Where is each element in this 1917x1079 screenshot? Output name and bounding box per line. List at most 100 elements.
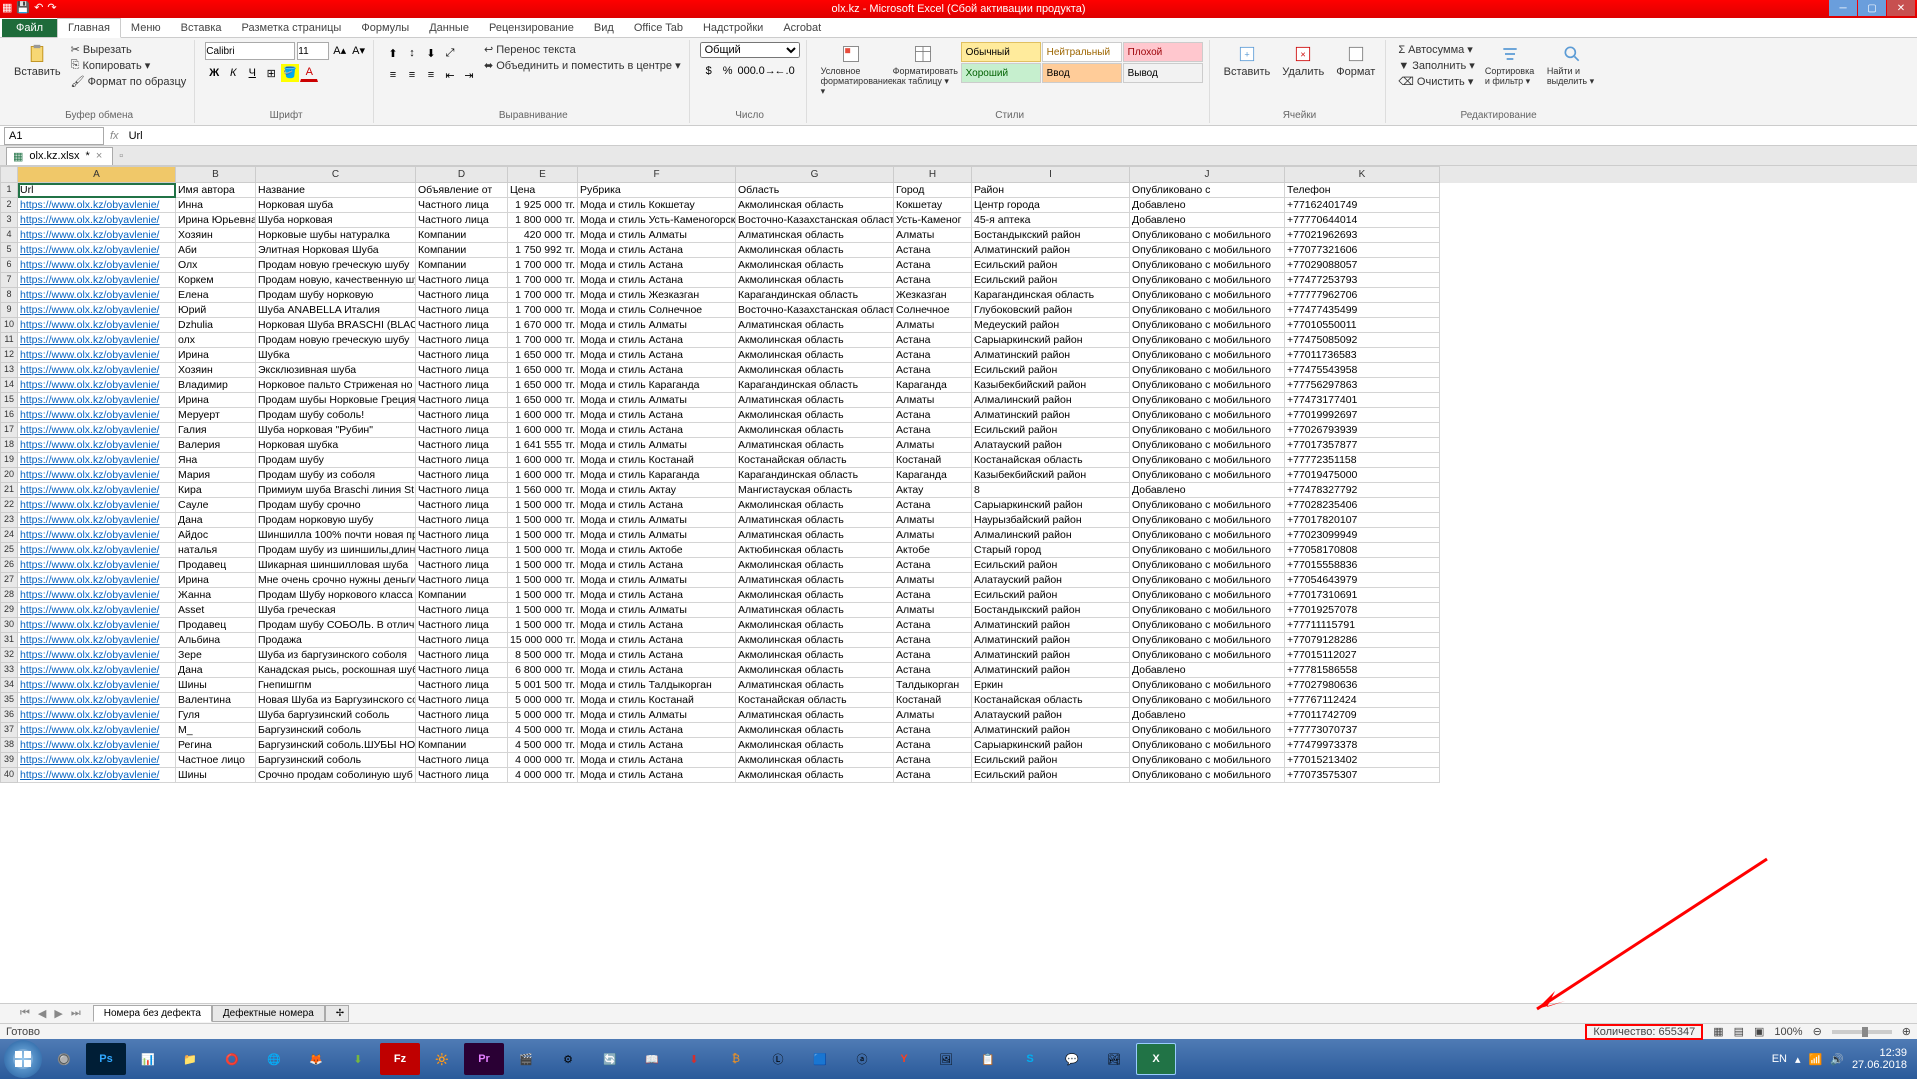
data-cell[interactable]: Костанай [894, 453, 972, 468]
data-cell[interactable]: Астана [894, 243, 972, 258]
data-cell[interactable]: Продавец [176, 558, 256, 573]
tb-app4-icon[interactable]: ⚙ [548, 1043, 588, 1075]
tb-app6-icon[interactable]: 📖 [632, 1043, 672, 1075]
delete-cells-button[interactable]: ×Удалить [1278, 42, 1328, 80]
data-cell[interactable]: Частное лицо [176, 753, 256, 768]
data-cell[interactable]: Еркин [972, 678, 1130, 693]
data-cell[interactable]: Алмалинский район [972, 393, 1130, 408]
data-cell[interactable]: +77079128286 [1285, 633, 1440, 648]
data-cell[interactable]: Частного лица [416, 753, 508, 768]
data-cell[interactable]: Валентина [176, 693, 256, 708]
data-cell[interactable]: Акмолинская область [736, 648, 894, 663]
row-header[interactable]: 21 [0, 483, 18, 498]
data-cell[interactable]: 1 500 000 тг. [508, 588, 578, 603]
autosum-button[interactable]: ΣАвтосумма ▾ [1396, 42, 1476, 57]
data-cell[interactable]: Астана [894, 273, 972, 288]
data-cell[interactable]: Алматы [894, 603, 972, 618]
data-cell[interactable]: 1 700 000 тг. [508, 288, 578, 303]
row-header[interactable]: 8 [0, 288, 18, 303]
data-cell[interactable]: Валерия [176, 438, 256, 453]
data-cell[interactable]: Алматы [894, 393, 972, 408]
data-cell[interactable]: 420 000 тг. [508, 228, 578, 243]
fill-button[interactable]: ▼Заполнить ▾ [1396, 58, 1476, 73]
font-color-button[interactable]: A [300, 64, 318, 82]
data-cell[interactable]: Опубликовано с мобильного [1130, 588, 1285, 603]
data-cell[interactable]: Частного лица [416, 303, 508, 318]
data-cell[interactable]: https://www.olx.kz/obyavlenie/ [18, 708, 176, 723]
row-header[interactable]: 12 [0, 348, 18, 363]
view-layout-icon[interactable]: ▤ [1734, 1025, 1744, 1038]
sort-filter-button[interactable]: Сортировка и фильтр ▾ [1481, 42, 1539, 89]
data-cell[interactable]: +77777962706 [1285, 288, 1440, 303]
data-cell[interactable]: Частного лица [416, 693, 508, 708]
data-cell[interactable]: Айдос [176, 528, 256, 543]
data-cell[interactable]: Частного лица [416, 273, 508, 288]
data-cell[interactable]: Алматинская область [736, 393, 894, 408]
number-format-select[interactable]: Общий [700, 42, 800, 58]
row-header[interactable]: 32 [0, 648, 18, 663]
data-cell[interactable]: https://www.olx.kz/obyavlenie/ [18, 363, 176, 378]
tab-formulas[interactable]: Формулы [351, 19, 419, 37]
tb-cortana-icon[interactable]: 🔘 [44, 1043, 84, 1075]
data-cell[interactable]: +77475543958 [1285, 363, 1440, 378]
data-cell[interactable]: Алматы [894, 228, 972, 243]
data-cell[interactable]: Акмолинская область [736, 663, 894, 678]
data-cell[interactable]: Елена [176, 288, 256, 303]
data-cell[interactable]: Медеуский район [972, 318, 1130, 333]
data-cell[interactable]: +77770644014 [1285, 213, 1440, 228]
data-cell[interactable]: Алматинская область [736, 528, 894, 543]
data-cell[interactable]: Есильский район [972, 588, 1130, 603]
data-cell[interactable]: Акмолинская область [736, 558, 894, 573]
data-cell[interactable]: +77477253793 [1285, 273, 1440, 288]
tb-app7-icon[interactable]: 🟦 [800, 1043, 840, 1075]
data-cell[interactable]: Глубоковский район [972, 303, 1130, 318]
data-cell[interactable]: 4 000 000 тг. [508, 753, 578, 768]
data-cell[interactable]: https://www.olx.kz/obyavlenie/ [18, 483, 176, 498]
data-cell[interactable]: +77023099949 [1285, 528, 1440, 543]
row-header[interactable]: 9 [0, 303, 18, 318]
tab-view[interactable]: Вид [584, 19, 624, 37]
data-cell[interactable]: 1 500 000 тг. [508, 603, 578, 618]
data-cell[interactable]: Алматы [894, 438, 972, 453]
data-cell[interactable]: https://www.olx.kz/obyavlenie/ [18, 768, 176, 783]
data-cell[interactable]: Алатауский район [972, 438, 1130, 453]
data-cell[interactable]: Мария [176, 468, 256, 483]
data-cell[interactable]: Примиум шуба Braschi линия St [256, 483, 416, 498]
data-cell[interactable]: Есильский район [972, 363, 1130, 378]
data-cell[interactable]: Продам шубу из соболя [256, 468, 416, 483]
tb-photos-icon[interactable]: 🏞 [1094, 1043, 1134, 1075]
style-good[interactable]: Хороший [961, 63, 1041, 83]
row-header[interactable]: 31 [0, 633, 18, 648]
data-cell[interactable]: Срочно продам соболиную шуб [256, 768, 416, 783]
grow-font-icon[interactable]: A▴ [331, 42, 348, 60]
data-cell[interactable]: Шины [176, 768, 256, 783]
zoom-out-icon[interactable]: ⊖ [1813, 1025, 1822, 1038]
row-header[interactable]: 5 [0, 243, 18, 258]
row-header[interactable]: 15 [0, 393, 18, 408]
data-cell[interactable]: Продам новую, качественную шубу [256, 273, 416, 288]
data-cell[interactable]: Мода и стиль Алматы [578, 528, 736, 543]
data-cell[interactable]: Ирина [176, 573, 256, 588]
data-cell[interactable]: Алматы [894, 513, 972, 528]
data-cell[interactable]: М_ [176, 723, 256, 738]
data-cell[interactable]: Опубликовано с мобильного [1130, 678, 1285, 693]
row-header[interactable]: 16 [0, 408, 18, 423]
find-button[interactable]: Найти и выделить ▾ [1543, 42, 1601, 89]
data-cell[interactable]: Сарыаркинский район [972, 498, 1130, 513]
data-cell[interactable]: Частного лица [416, 723, 508, 738]
data-cell[interactable]: Частного лица [416, 453, 508, 468]
header-cell[interactable]: Объявление от [416, 183, 508, 198]
data-cell[interactable]: https://www.olx.kz/obyavlenie/ [18, 603, 176, 618]
data-cell[interactable]: Астана [894, 498, 972, 513]
data-cell[interactable]: 1 560 000 тг. [508, 483, 578, 498]
data-cell[interactable]: Мода и стиль Астана [578, 258, 736, 273]
zoom-slider[interactable] [1832, 1030, 1892, 1034]
tray-network-icon[interactable]: 📶 [1809, 1053, 1823, 1066]
data-cell[interactable]: Мода и стиль Кокшетау [578, 198, 736, 213]
data-cell[interactable]: Канадская рысь, роскошная шуб [256, 663, 416, 678]
data-cell[interactable]: Яна [176, 453, 256, 468]
data-cell[interactable]: https://www.olx.kz/obyavlenie/ [18, 408, 176, 423]
col-header-E[interactable]: E [508, 166, 578, 183]
data-cell[interactable]: Продам норковую шубу [256, 513, 416, 528]
data-cell[interactable]: Мода и стиль Алматы [578, 573, 736, 588]
